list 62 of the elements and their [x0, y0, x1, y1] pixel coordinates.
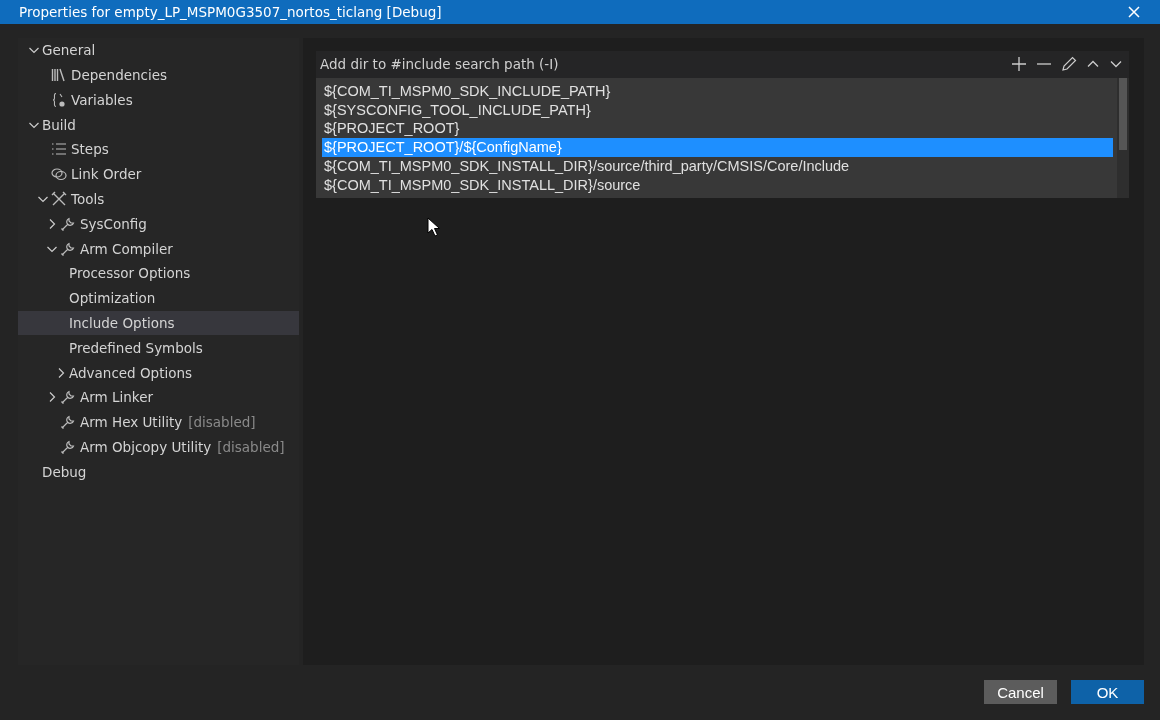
path-item[interactable]: ${COM_TI_MSPM0_SDK_INSTALL_DIR}/source/third_party/CMSIS/Core/Include — [322, 156, 1113, 176]
tree-item[interactable]: Arm Compiler — [18, 236, 299, 261]
wrench-icon — [60, 389, 76, 406]
tree-item[interactable]: SysConfig — [18, 211, 299, 237]
tree-item[interactable]: Debug — [18, 459, 299, 485]
tree-item[interactable]: Dependencies — [18, 62, 299, 88]
scrollbar[interactable] — [1117, 77, 1129, 198]
disabled-note: [disabled] — [217, 438, 285, 455]
tree-label: Include Options — [69, 314, 175, 331]
tree-label: Variables — [71, 91, 133, 108]
tree-item[interactable]: Link Order — [18, 161, 299, 187]
pencil-icon[interactable] — [1061, 56, 1077, 73]
path-item[interactable]: ${COM_TI_MSPM0_SDK_INCLUDE_PATH} — [322, 81, 1113, 101]
close-icon[interactable] — [1128, 5, 1140, 18]
tree-item[interactable]: Predefined Symbols — [18, 335, 299, 361]
tree-item[interactable]: Include Options — [18, 310, 299, 336]
tree-item[interactable]: Processor Options — [18, 260, 299, 286]
tree-item[interactable]: Arm Hex Utility [disabled] — [18, 409, 299, 435]
tree-item[interactable]: Advanced Options — [18, 360, 299, 385]
tree-label: Processor Options — [69, 265, 191, 282]
tree-label: Arm Compiler — [80, 240, 173, 257]
tree-item[interactable]: Optimization — [18, 285, 299, 311]
braces-icon — [51, 91, 67, 108]
path-item[interactable]: ${PROJECT_ROOT} — [322, 119, 1113, 139]
tree-label: Advanced Options — [69, 364, 193, 381]
tree-label: Tools — [71, 190, 105, 207]
disabled-note: [disabled] — [188, 414, 256, 431]
wrench-icon — [60, 414, 76, 431]
tree-label: Link Order — [71, 166, 142, 183]
tree-label: Debug — [42, 463, 87, 480]
tree-item[interactable]: Steps — [18, 136, 299, 162]
mouse-pointer-icon — [427, 216, 441, 237]
library-icon — [51, 67, 67, 82]
list-icon — [51, 142, 67, 157]
window-title: Properties for empty_LP_MSPM0G3507_nortos_ticlang [Debug] — [19, 3, 442, 20]
tree-item[interactable]: Build — [18, 112, 299, 137]
cancel-button[interactable]: Cancel — [984, 680, 1057, 705]
add-icon[interactable] — [1011, 56, 1027, 73]
list-title: Add dir to #include search path (-I) — [320, 56, 559, 73]
ok-button[interactable]: OK — [1071, 680, 1144, 705]
path-item[interactable]: ${SYSCONFIG_TOOL_INCLUDE_PATH} — [322, 100, 1113, 120]
tree-label: Build — [42, 116, 76, 133]
tree-label: Optimization — [69, 290, 156, 307]
tree-label: Arm Hex Utility — [80, 414, 183, 431]
tree-label: SysConfig — [80, 215, 147, 232]
tree-item[interactable]: Variables — [18, 87, 299, 113]
tree-label: Dependencies — [71, 66, 168, 83]
tree-label: Steps — [71, 141, 109, 158]
wrench-icon — [60, 438, 76, 455]
tools-icon — [51, 190, 67, 207]
link-icon — [51, 167, 67, 182]
wrench-icon — [60, 240, 76, 257]
tree-label: Arm Objcopy Utility — [80, 438, 212, 455]
tree-item[interactable]: General — [18, 37, 299, 63]
tree-item[interactable]: Arm Linker — [18, 384, 299, 410]
wrench-icon — [60, 215, 76, 232]
tree-label: Arm Linker — [80, 389, 153, 406]
tree-item[interactable]: Arm Objcopy Utility [disabled] — [18, 434, 299, 460]
tree-label: Predefined Symbols — [69, 339, 203, 356]
tree-item[interactable]: Tools — [18, 186, 299, 212]
tree-label: General — [42, 42, 96, 59]
path-item[interactable]: ${COM_TI_MSPM0_SDK_INSTALL_DIR}/source — [322, 175, 1113, 195]
